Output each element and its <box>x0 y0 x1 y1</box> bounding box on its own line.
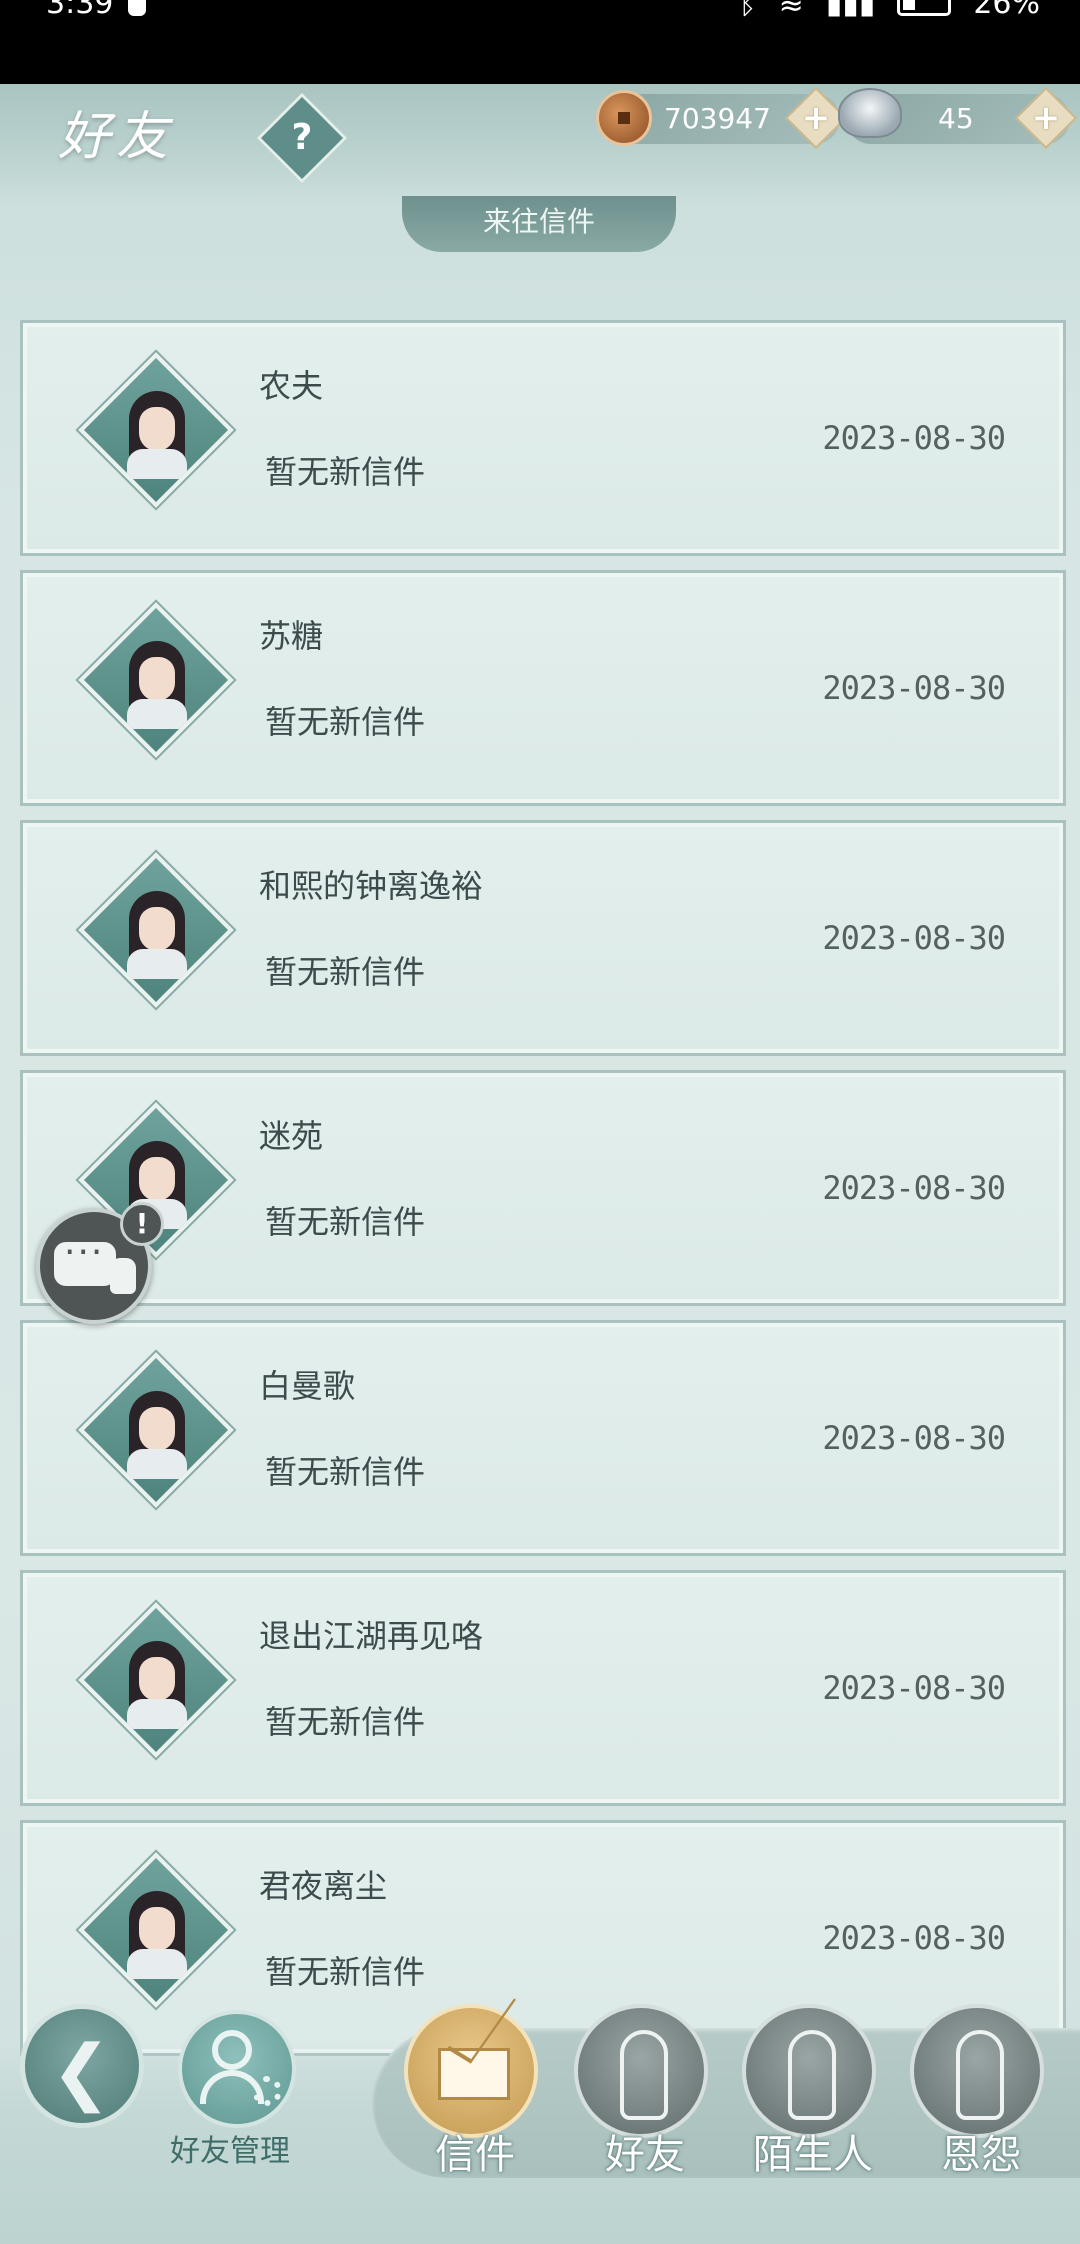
tab-grudge[interactable]: 恩怨 <box>910 2004 1044 2178</box>
status-bar: 3:39 ᛒ ≋ ▮▮▮ 26% <box>0 0 1080 84</box>
status-time: 3:39 <box>46 0 114 21</box>
page-title: 好友 <box>58 107 175 167</box>
silver-ingot-icon <box>838 88 902 138</box>
letter-status: 暂无新信件 <box>265 1953 426 1991</box>
sender-name: 和熙的钟离逸裕 <box>259 867 484 905</box>
letter-card[interactable]: 和熙的钟离逸裕 暂无新信件 2023-08-30 <box>20 820 1066 1056</box>
letter-status: 暂无新信件 <box>265 1453 426 1491</box>
back-arrow-icon: ❮ <box>51 2029 112 2113</box>
battery-icon <box>897 0 952 16</box>
help-icon: ? <box>291 117 313 158</box>
grudge-figure-icon <box>956 2030 1004 2120</box>
tab-strangers[interactable]: 陌生人 <box>742 2004 876 2178</box>
tab-label: 陌生人 <box>753 2132 873 2178</box>
friend-manage-button[interactable] <box>178 2010 296 2128</box>
letter-date: 2023-08-30 <box>822 919 1006 957</box>
letter-status: 暂无新信件 <box>265 1203 426 1241</box>
sender-name: 迷苑 <box>259 1117 324 1155</box>
letter-date: 2023-08-30 <box>822 1419 1006 1457</box>
letter-date: 2023-08-30 <box>822 1669 1006 1707</box>
letter-card[interactable]: 农夫 暂无新信件 2023-08-30 <box>20 320 1066 556</box>
battery-percent: 26% <box>973 0 1040 21</box>
tab-label: 恩怨 <box>941 2132 1021 2178</box>
letter-date: 2023-08-30 <box>822 1169 1006 1207</box>
status-icons: ᛒ ≋ ▮▮▮ 26% <box>739 0 1040 21</box>
copper-currency: 703947 + <box>596 86 848 150</box>
avatar <box>78 852 234 1008</box>
silver-currency: 45 + <box>838 86 1078 150</box>
sender-name: 白曼歌 <box>259 1367 356 1405</box>
chat-icon <box>54 1232 116 1286</box>
avatar <box>78 1852 234 2008</box>
letter-card[interactable]: 退出江湖再见咯 暂无新信件 2023-08-30 <box>20 1570 1066 1806</box>
friend-figure-icon <box>620 2030 668 2120</box>
silver-value: 45 <box>938 102 974 135</box>
envelope-icon <box>438 2048 510 2100</box>
letter-status: 暂无新信件 <box>265 1703 426 1741</box>
wine-jar-icon <box>110 1258 136 1294</box>
letter-card[interactable]: 白曼歌 暂无新信件 2023-08-30 <box>20 1320 1066 1556</box>
tab-letters[interactable]: 信件 <box>404 2004 538 2178</box>
letter-card[interactable]: 迷苑 暂无新信件 2023-08-30 <box>20 1070 1066 1306</box>
sender-name: 君夜离尘 <box>259 1867 388 1905</box>
copper-coin-icon <box>596 90 652 146</box>
letter-card[interactable]: 君夜离尘 暂无新信件 2023-08-30 <box>20 1820 1066 2056</box>
sender-name: 退出江湖再见咯 <box>259 1617 484 1655</box>
avatar <box>78 1352 234 1508</box>
letter-status: 暂无新信件 <box>265 453 426 491</box>
chat-bubble-button[interactable]: ! <box>36 1202 164 1324</box>
tab-label: 好友 <box>605 2132 685 2178</box>
person-icon <box>212 2030 252 2070</box>
alert-badge: ! <box>120 1202 164 1246</box>
avatar <box>78 1602 234 1758</box>
bluetooth-icon: ᛒ <box>738 0 757 21</box>
plus-icon: + <box>1031 98 1061 138</box>
wifi-icon: ≋ <box>778 0 804 21</box>
back-button[interactable]: ❮ <box>20 2004 144 2128</box>
notification-dot-icon <box>128 0 146 16</box>
letter-date: 2023-08-30 <box>822 419 1006 457</box>
friends-screen: 好友 ? 703947 + 45 + 来往信件 农夫 暂无新信件 2023-08… <box>0 84 1080 2244</box>
gear-icon <box>252 2076 282 2106</box>
plus-icon: + <box>801 98 831 138</box>
signal-icon: ▮▮▮ <box>825 0 876 21</box>
tab-friends[interactable]: 好友 <box>574 2004 708 2178</box>
sender-name: 农夫 <box>259 367 324 405</box>
letter-date: 2023-08-30 <box>822 1919 1006 1957</box>
letter-card[interactable]: 苏糖 暂无新信件 2023-08-30 <box>20 570 1066 806</box>
letter-date: 2023-08-30 <box>822 669 1006 707</box>
avatar <box>78 602 234 758</box>
stranger-figure-icon <box>788 2030 836 2120</box>
sender-name: 苏糖 <box>259 617 324 655</box>
letter-status: 暂无新信件 <box>265 703 426 741</box>
letter-status: 暂无新信件 <box>265 953 426 991</box>
friend-manage-label: 好友管理 <box>170 2134 290 2169</box>
tab-label: 信件 <box>435 2132 515 2178</box>
avatar <box>78 352 234 508</box>
copper-value: 703947 <box>664 102 771 135</box>
section-tab: 来往信件 <box>402 196 676 252</box>
